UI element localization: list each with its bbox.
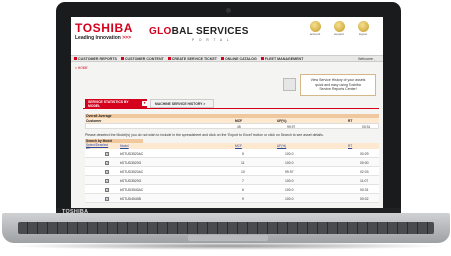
- tab-dropdown-icon[interactable]: ▾: [142, 101, 147, 106]
- table-row: ✓ bSTUD3540AC 6 100.0 00:31: [85, 185, 379, 194]
- row-checkbox[interactable]: ✓: [105, 151, 109, 156]
- row-checkbox[interactable]: ✓: [105, 187, 109, 192]
- mcf-header[interactable]: MCF: [235, 144, 242, 148]
- account-icon[interactable]: account: [305, 21, 325, 36]
- trackpad: [188, 235, 268, 241]
- keyboard: [18, 222, 434, 234]
- table-row: ✓ bSTUD4540B 9 100.0 00:02: [85, 194, 379, 203]
- tab-service-statistics[interactable]: SERVICE STATISTICS BY MODEL ▾: [85, 99, 147, 108]
- portal-title: GLOBAL SERVICES: [149, 26, 249, 37]
- instruction-note: Please deselect the Model(s) you do not …: [85, 133, 324, 137]
- report-icon: [283, 78, 296, 91]
- uf-header[interactable]: UF(%): [277, 144, 286, 148]
- home-link[interactable]: < HOME: [75, 66, 88, 70]
- welcome-text: Welcome ,: [358, 56, 375, 61]
- table-row: ✓ bSTUD3520AC 10 99.97 02:03: [85, 167, 379, 176]
- nav-online-catalog[interactable]: ONLINE CATALOG: [220, 56, 257, 61]
- nav-fleet-management[interactable]: FLEET MANAGEMENT: [260, 56, 303, 61]
- row-checkbox[interactable]: ✓: [105, 160, 109, 165]
- info-box[interactable]: View Service History of your assets quic…: [300, 74, 376, 96]
- laptop-shadow: [8, 242, 445, 250]
- overall-average-row: 45 99.97 00:31: [85, 123, 379, 129]
- screen: TOSHIBA Leading Innovation >>> GLOBAL SE…: [71, 17, 383, 208]
- rt-header[interactable]: RT: [348, 144, 352, 148]
- tab-machine-history[interactable]: MACHINE SERVICE HISTORY >: [150, 99, 214, 108]
- webcam: [226, 8, 231, 13]
- support-icon[interactable]: support: [329, 21, 349, 36]
- model-header[interactable]: Model: [120, 144, 129, 148]
- nav-customer-reports[interactable]: CUSTOMER REPORTS: [74, 56, 117, 61]
- tagline: Leading Innovation >>>: [75, 35, 131, 41]
- portal-subtitle: P O R T A L: [192, 38, 231, 42]
- tab-divider: [83, 108, 379, 109]
- site-header: TOSHIBA Leading Innovation >>> GLOBAL SE…: [71, 17, 383, 55]
- toshiba-logo[interactable]: TOSHIBA: [75, 21, 133, 35]
- row-checkbox[interactable]: ✓: [105, 169, 109, 174]
- table-row: ✓ bSTUD3520G 11 100.0 00:00: [85, 158, 379, 167]
- main-nav: CUSTOMER REPORTS CUSTOMER CONTENT CREATE…: [71, 55, 383, 62]
- row-checkbox[interactable]: ✓: [105, 196, 109, 201]
- nav-create-ticket[interactable]: CREATE SERVICE TICKET: [167, 56, 217, 61]
- row-checkbox[interactable]: ✓: [105, 178, 109, 183]
- logout-icon[interactable]: logout: [353, 21, 373, 36]
- table-row: ✓ bSTUD3520G 7 100.0 11:07: [85, 176, 379, 185]
- table-row: ✓ bSTUD3520AC 5 100.0 00:29: [85, 149, 379, 158]
- nav-customer-content[interactable]: CUSTOMER CONTENT: [120, 56, 164, 61]
